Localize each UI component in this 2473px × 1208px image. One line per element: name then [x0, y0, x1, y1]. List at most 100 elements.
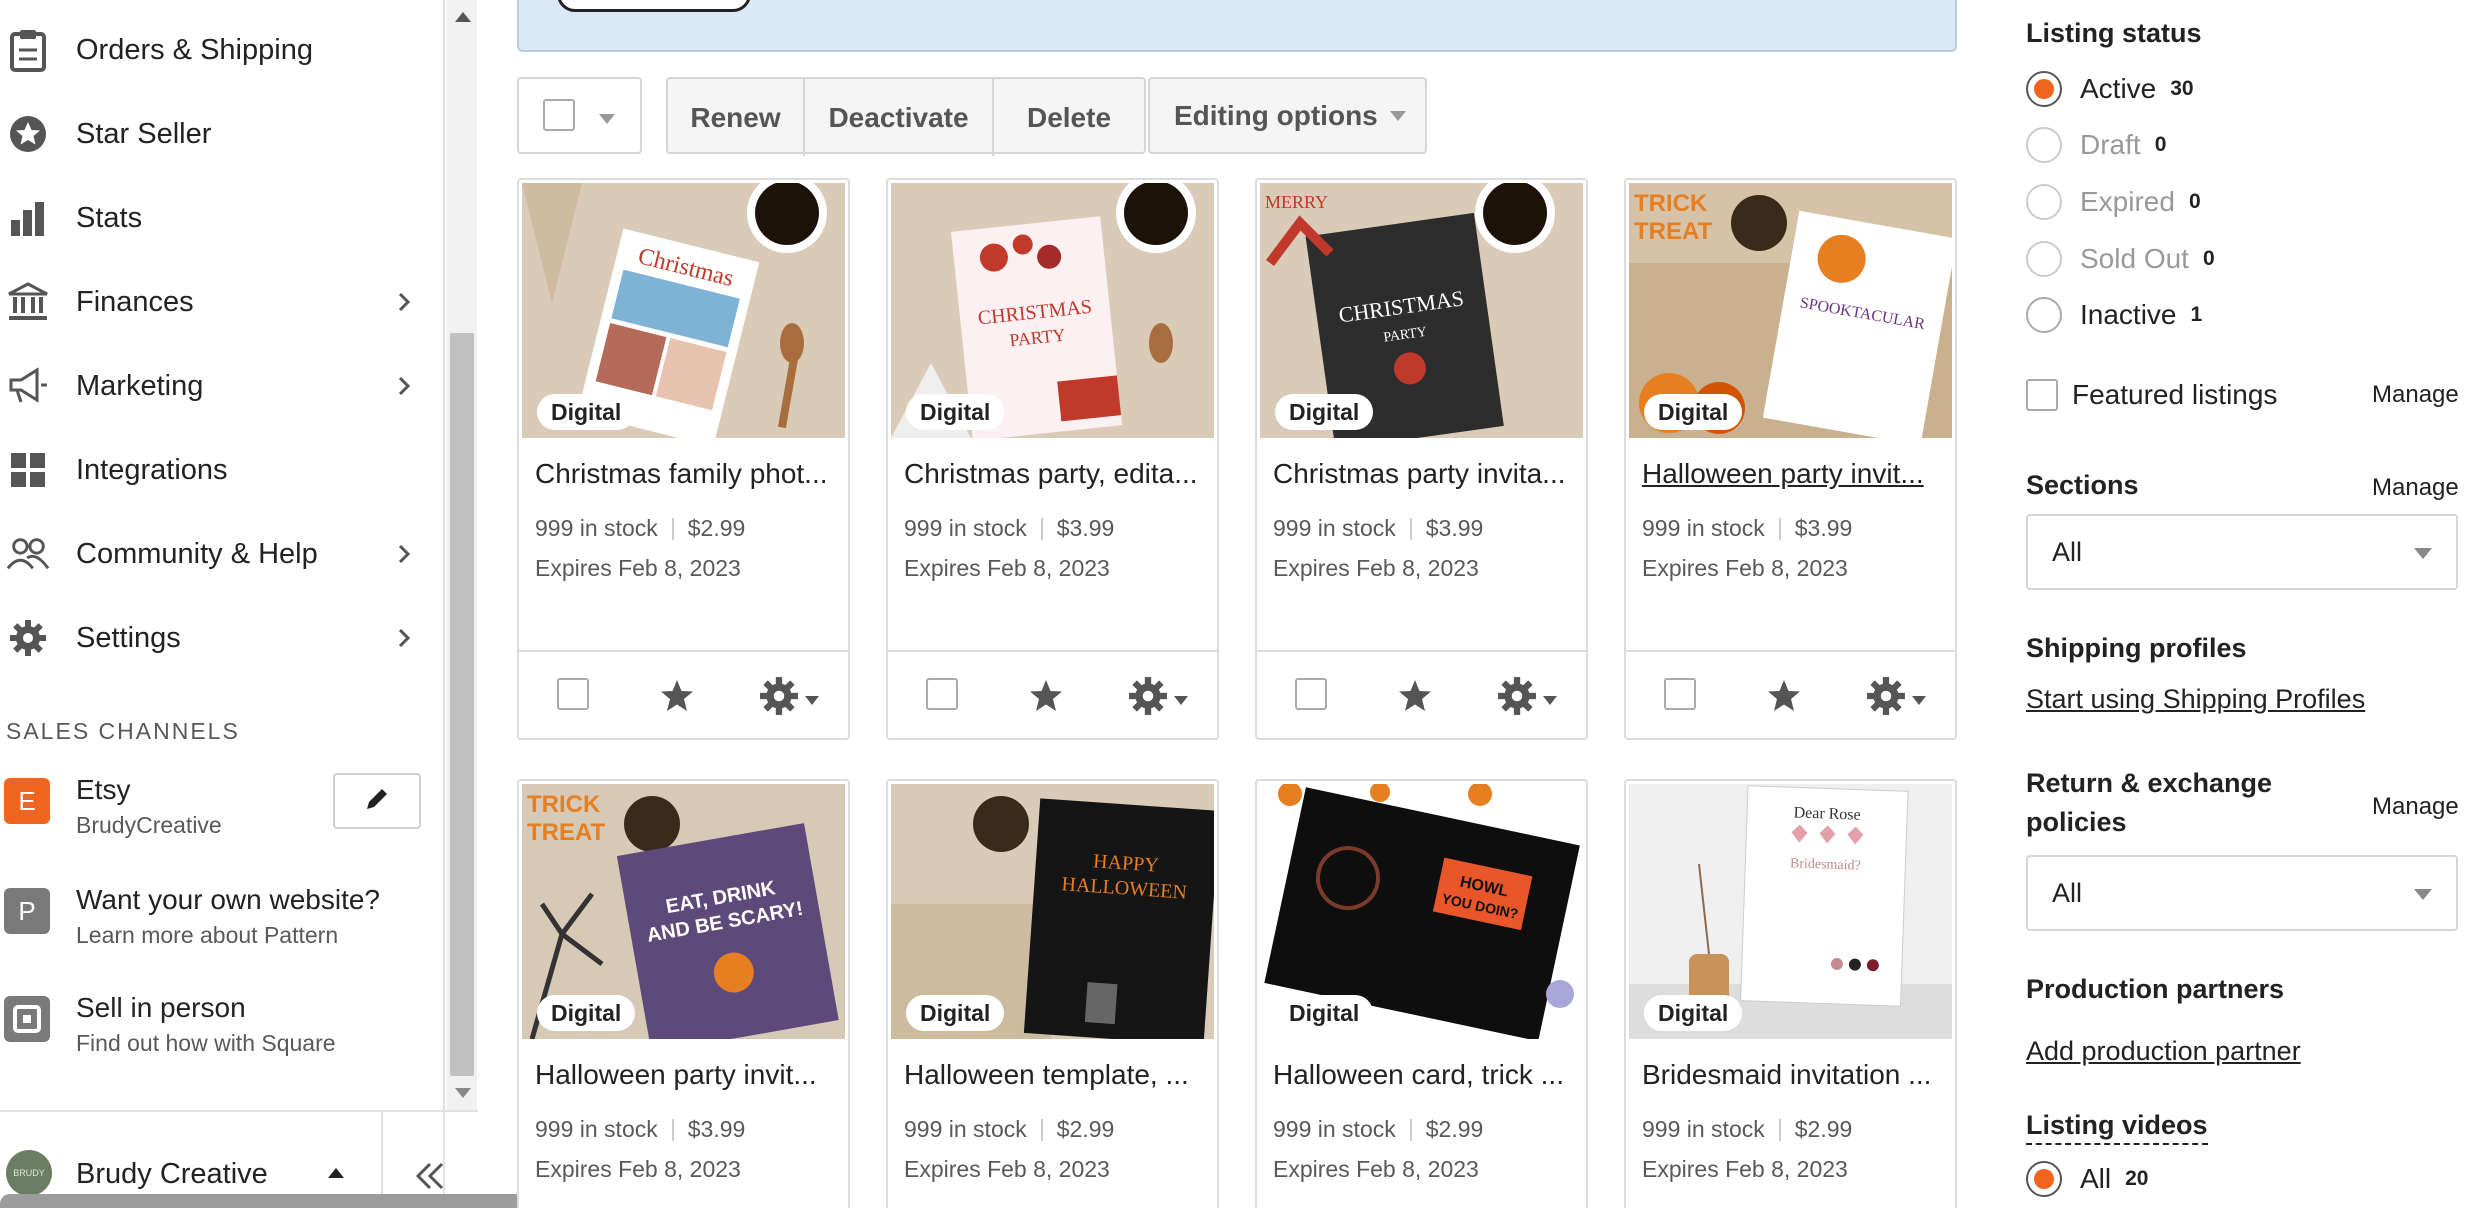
- scroll-thumb[interactable]: [450, 333, 474, 1076]
- listing-meta: 999 in stock $3.99: [535, 1116, 745, 1143]
- listing-thumbnail[interactable]: TRICK TREAT EAT, DRINK AND BE SCARY! Digi…: [522, 784, 845, 1039]
- add-production-partner-link[interactable]: Add production partner: [2026, 1036, 2301, 1067]
- stock-text: 999 in stock: [904, 515, 1027, 541]
- listing-title[interactable]: Halloween template, ...: [904, 1059, 1204, 1091]
- deactivate-button[interactable]: Deactivate: [805, 79, 994, 156]
- listing-checkbox[interactable]: [557, 678, 589, 710]
- listing-checkbox[interactable]: [926, 678, 958, 710]
- listing-card[interactable]: TRICK TREAT SPOOKTACULAR Digital Hallowe…: [1624, 178, 1957, 740]
- nav-finances[interactable]: Finances: [0, 260, 440, 344]
- radio-button[interactable]: [2026, 127, 2062, 163]
- radio-button[interactable]: [2026, 241, 2062, 277]
- radio-button[interactable]: [2026, 297, 2062, 333]
- banner-button[interactable]: [557, 0, 751, 12]
- listing-card[interactable]: HAPPY HALLOWEEN Digital Halloween templat…: [886, 779, 1219, 1208]
- avatar[interactable]: BRUDY: [6, 1150, 52, 1196]
- listing-thumbnail[interactable]: CHRISTMAS PARTY Digital: [891, 183, 1214, 438]
- manage-sections-link[interactable]: Manage: [2372, 474, 2459, 502]
- gear-icon[interactable]: [1497, 676, 1537, 716]
- status-sold-out-radio[interactable]: Sold Out 0: [2026, 236, 2215, 282]
- chevron-down-icon[interactable]: [599, 114, 615, 124]
- gear-icon[interactable]: [1128, 676, 1168, 716]
- nav-orders-shipping[interactable]: Orders & Shipping: [0, 8, 440, 92]
- expiry-text: Expires Feb 8, 2023: [535, 555, 741, 581]
- status-expired-radio[interactable]: Expired 0: [2026, 179, 2201, 225]
- listing-title[interactable]: Christmas party, edita...: [904, 458, 1204, 490]
- sidebar-scrollbar[interactable]: [447, 0, 477, 1110]
- listing-title[interactable]: Christmas family phot...: [535, 458, 835, 490]
- chevron-down-icon[interactable]: [1912, 696, 1926, 705]
- videos-all-radio[interactable]: All 20: [2026, 1156, 2148, 1202]
- bulk-actions: Renew Deactivate Delete: [666, 77, 1146, 156]
- nav-integrations[interactable]: Integrations: [0, 428, 440, 512]
- status-inactive-radio[interactable]: Inactive 1: [2026, 292, 2202, 338]
- listing-title[interactable]: Bridesmaid invitation ...: [1642, 1059, 1942, 1091]
- star-icon[interactable]: [1397, 678, 1433, 714]
- listing-title[interactable]: Christmas party invita...: [1273, 458, 1573, 490]
- manage-featured-link[interactable]: Manage: [2372, 381, 2459, 409]
- listing-title[interactable]: Halloween card, trick ...: [1273, 1059, 1573, 1091]
- gear-icon[interactable]: [1866, 676, 1906, 716]
- listing-card[interactable]: CHRISTMAS PARTY MERRY Digital Christmas p…: [1255, 178, 1588, 740]
- status-label: Expired: [2080, 186, 2175, 217]
- sections-select[interactable]: All: [2026, 514, 2458, 590]
- scroll-up-arrow[interactable]: [455, 12, 471, 22]
- listing-title[interactable]: Halloween party invit...: [1642, 458, 1942, 490]
- radio-button[interactable]: [2026, 1161, 2062, 1197]
- status-draft-radio[interactable]: Draft 0: [2026, 122, 2166, 168]
- nav-label: Orders & Shipping: [76, 33, 313, 66]
- listing-thumbnail[interactable]: Christmas Digital: [522, 183, 845, 438]
- listing-card[interactable]: Dear Rose Bridesmaid? Digital Bridesmaid …: [1624, 779, 1957, 1208]
- listing-thumbnail[interactable]: TRICK TREAT SPOOKTACULAR Digital: [1629, 183, 1952, 438]
- account-name[interactable]: Brudy Creative: [76, 1158, 268, 1191]
- nav-marketing[interactable]: Marketing: [0, 344, 440, 428]
- featured-listings-filter[interactable]: Featured listings: [2026, 372, 2277, 418]
- status-active-radio[interactable]: Active 30: [2026, 66, 2194, 112]
- chevron-down-icon[interactable]: [1543, 696, 1557, 705]
- delete-button[interactable]: Delete: [994, 79, 1144, 156]
- star-icon[interactable]: [1766, 678, 1802, 714]
- channel-subtitle: Learn more about Pattern: [76, 922, 339, 948]
- caret-up-icon[interactable]: [328, 1168, 344, 1178]
- scroll-down-arrow[interactable]: [455, 1088, 471, 1098]
- manage-return-policies-link[interactable]: Manage: [2372, 793, 2459, 821]
- chevron-down-icon[interactable]: [1174, 696, 1188, 705]
- radio-button[interactable]: [2026, 184, 2062, 220]
- editing-options-button[interactable]: Editing options: [1148, 77, 1427, 154]
- chevron-down-icon[interactable]: [805, 696, 819, 705]
- expiry-text: Expires Feb 8, 2023: [535, 1156, 741, 1182]
- edit-etsy-button[interactable]: [333, 773, 421, 829]
- gear-icon[interactable]: [759, 676, 799, 716]
- star-icon[interactable]: [1028, 678, 1064, 714]
- select-all-checkbox[interactable]: [543, 99, 575, 131]
- select-all-dropdown[interactable]: [517, 77, 642, 154]
- listing-videos-heading: Listing videos: [2026, 1110, 2208, 1145]
- svg-text:Bridesmaid?: Bridesmaid?: [1790, 856, 1861, 873]
- listing-checkbox[interactable]: [1664, 678, 1696, 710]
- listing-thumbnail[interactable]: HOWL YOU DOIN? Digital: [1260, 784, 1583, 1039]
- listing-checkbox[interactable]: [1295, 678, 1327, 710]
- return-policies-select[interactable]: All: [2026, 855, 2458, 931]
- listing-card[interactable]: CHRISTMAS PARTY Digital Christmas party, …: [886, 178, 1219, 740]
- listing-title[interactable]: Halloween party invit...: [535, 1059, 835, 1091]
- renew-button[interactable]: Renew: [668, 79, 805, 156]
- featured-checkbox[interactable]: [2026, 379, 2058, 411]
- filters-panel: Listing status Active 30 Draft 0 Expired…: [2026, 0, 2473, 1208]
- nav-settings[interactable]: Settings: [0, 596, 440, 680]
- nav-star-seller[interactable]: Star Seller: [0, 92, 440, 176]
- listing-thumbnail[interactable]: Dear Rose Bridesmaid? Digital: [1629, 784, 1952, 1039]
- videos-count: 20: [2125, 1167, 2149, 1190]
- listing-card[interactable]: HOWL YOU DOIN? Digital Halloween card, tr…: [1255, 779, 1588, 1208]
- listing-thumbnail[interactable]: HAPPY HALLOWEEN Digital: [891, 784, 1214, 1039]
- nav-community-help[interactable]: Community & Help: [0, 512, 440, 596]
- start-shipping-profiles-link[interactable]: Start using Shipping Profiles: [2026, 684, 2365, 715]
- listing-thumbnail[interactable]: CHRISTMAS PARTY MERRY Digital: [1260, 183, 1583, 438]
- collapse-sidebar-icon[interactable]: [410, 1156, 450, 1196]
- radio-button[interactable]: [2026, 71, 2062, 107]
- star-icon[interactable]: [659, 678, 695, 714]
- price-text: $2.99: [1056, 1116, 1115, 1142]
- chevron-right-icon: [392, 624, 416, 652]
- nav-stats[interactable]: Stats: [0, 176, 440, 260]
- listing-card[interactable]: Christmas Digital Christmas family phot.…: [517, 178, 850, 740]
- listing-card[interactable]: TRICK TREAT EAT, DRINK AND BE SCARY! Digi…: [517, 779, 850, 1208]
